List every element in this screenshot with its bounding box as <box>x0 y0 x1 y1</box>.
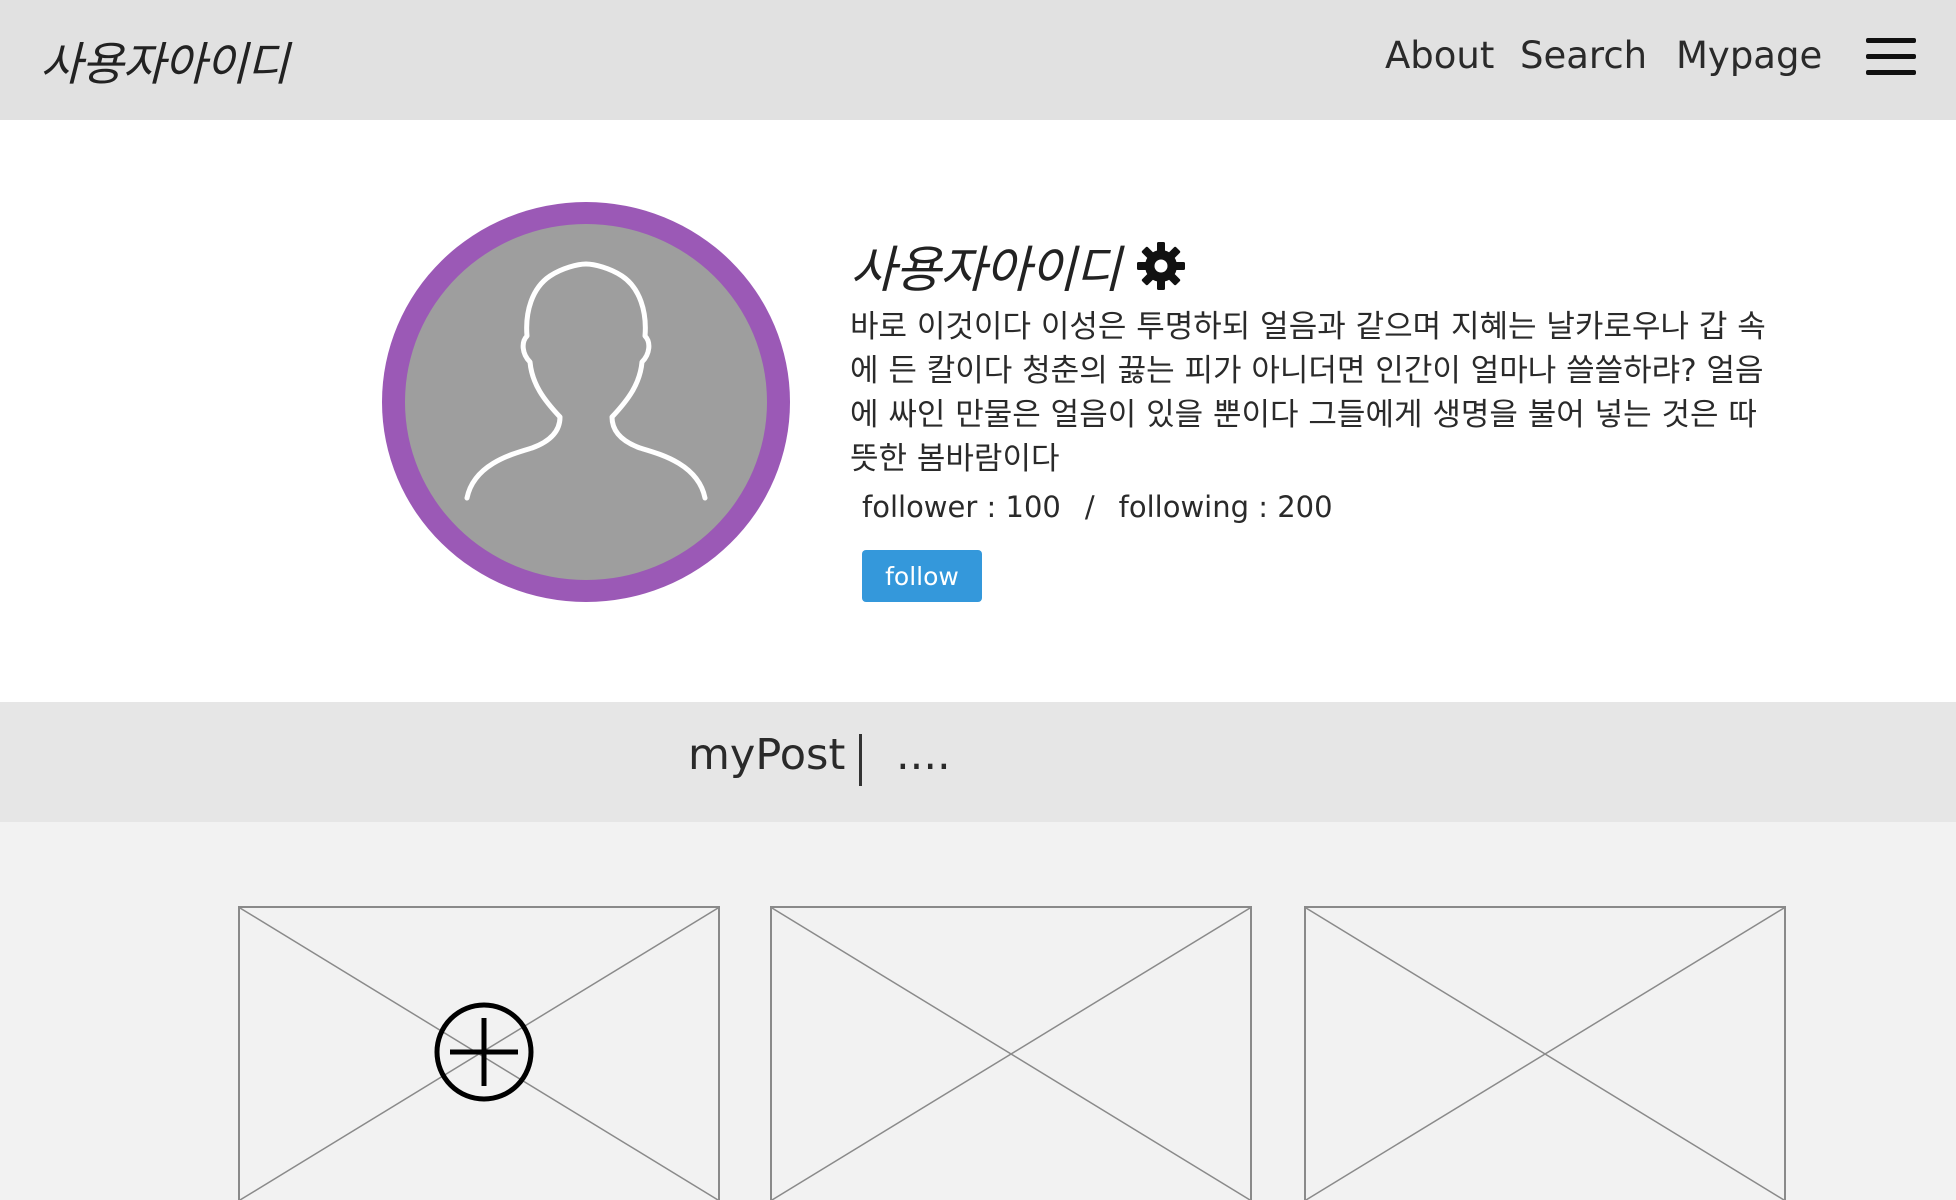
avatar <box>382 202 790 602</box>
hamburger-menu-icon[interactable] <box>1866 38 1916 76</box>
brand-logo[interactable]: 사용자아이디 <box>40 28 289 94</box>
stats-separator: / <box>1084 490 1095 524</box>
post-add-card[interactable] <box>238 906 720 1200</box>
menu-bar <box>1866 70 1916 75</box>
tab-more[interactable]: .... <box>896 730 951 780</box>
bio-line: 뜻한 봄바람이다 <box>850 441 1060 477</box>
gear-icon[interactable] <box>1136 241 1186 291</box>
profile-page: 사용자아이디 About Search Mypage 사용자아이디 바로 이것이… <box>0 0 1956 1200</box>
post-grid <box>0 822 1956 1200</box>
top-navbar: 사용자아이디 About Search Mypage <box>0 0 1956 120</box>
bio-line: 에 든 칼이다 청춘의 끓는 피가 아니더면 인간이 얼마나 쓸쓸하랴? 얼음 <box>850 353 1764 389</box>
tab-divider <box>859 734 862 786</box>
post-card[interactable] <box>770 906 1252 1200</box>
nav-search-link[interactable]: Search <box>1520 34 1647 77</box>
following-count[interactable]: following : 200 <box>1119 490 1333 524</box>
tab-mypost[interactable]: myPost <box>688 730 845 780</box>
profile-bio: 바로 이것이다 이성은 투명하되 얼음과 같으며 지혜는 날카로우나 갑 속 에… <box>850 305 1800 481</box>
profile-section: 사용자아이디 바로 이것이다 이성은 투명하되 얼음과 같으며 지혜는 날카로우… <box>0 120 1956 702</box>
follow-stats: follower : 100 / following : 200 <box>862 490 1333 524</box>
menu-bar <box>1866 54 1916 59</box>
image-placeholder-icon <box>772 908 1250 1200</box>
menu-bar <box>1866 38 1916 43</box>
profile-username: 사용자아이디 <box>850 241 1121 299</box>
nav-mypage-link[interactable]: Mypage <box>1676 34 1822 77</box>
bio-line: 에 싸인 만물은 얼음이 있을 뿐이다 그들에게 생명을 불어 넣는 것은 따 <box>850 397 1757 433</box>
bio-line: 바로 이것이다 이성은 투명하되 얼음과 같으며 지혜는 날카로우나 갑 속 <box>850 309 1766 345</box>
post-card[interactable] <box>1304 906 1786 1200</box>
follower-count[interactable]: follower : 100 <box>862 490 1061 524</box>
follow-button[interactable]: follow <box>862 550 982 602</box>
nav-about-link[interactable]: About <box>1385 34 1494 77</box>
image-placeholder-icon <box>1306 908 1784 1200</box>
post-tab-bar: myPost .... <box>0 702 1956 822</box>
add-circle-icon[interactable] <box>432 1000 536 1104</box>
